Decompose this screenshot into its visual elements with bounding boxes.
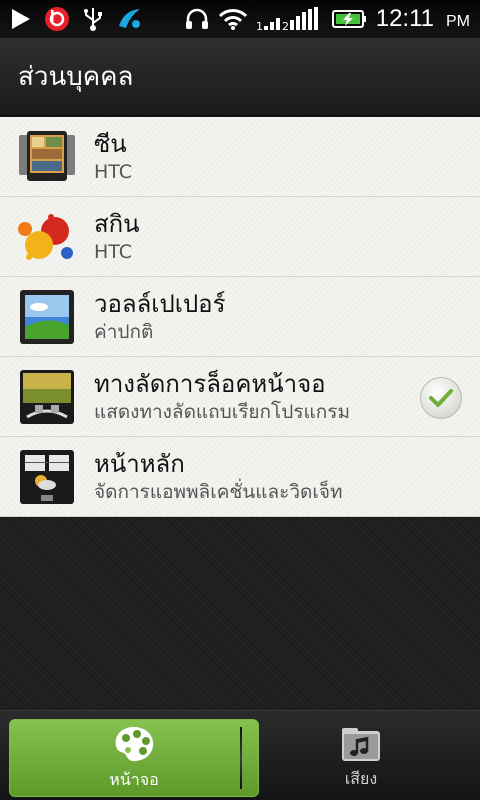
list-item-subtitle: แสดงทางลัดแถบเรียกโปรแกรม xyxy=(94,400,351,423)
palette-icon xyxy=(112,724,156,764)
play-icon xyxy=(10,7,32,31)
list-item-scene[interactable]: ซีน HTC xyxy=(0,117,480,197)
list-item-title: หน้าหลัก xyxy=(94,449,185,478)
tab-label: หน้าจอ xyxy=(109,769,159,789)
checkmark-icon[interactable] xyxy=(420,377,462,419)
list-item-title: ทางลัดการล็อคหน้าจอ xyxy=(94,369,326,398)
beats-icon xyxy=(44,6,70,32)
battery-charging-icon xyxy=(331,9,368,29)
page-title: ส่วนบุคคล xyxy=(18,62,134,92)
tab-display[interactable]: หน้าจอ xyxy=(9,719,259,797)
scene-icon xyxy=(17,127,77,187)
lockscreen-icon xyxy=(17,367,77,427)
list-item-title: ซีน xyxy=(94,129,127,158)
list-item-subtitle: HTC xyxy=(94,240,133,263)
wifi-icon xyxy=(218,7,248,31)
tab-sound[interactable]: เสียง xyxy=(242,719,480,797)
headphones-icon xyxy=(184,7,210,31)
home-widget-icon xyxy=(17,447,77,507)
signal-icon: 12 xyxy=(256,6,324,32)
list-item-lockscreen[interactable]: ทางลัดการล็อคหน้าจอ แสดงทางลัดแถบเรียกโป… xyxy=(0,357,480,437)
skin-icon xyxy=(17,207,77,267)
list-item-subtitle: จัดการแอพพลิเคชั่นและวิดเจ็ท xyxy=(94,480,343,503)
empty-background xyxy=(0,518,480,710)
list-item-home[interactable]: หน้าหลัก จัดการแอพพลิเคชั่นและวิดเจ็ท xyxy=(0,437,480,517)
clock-ampm: PM xyxy=(446,13,470,30)
telenor-icon xyxy=(116,6,144,32)
usb-icon xyxy=(82,6,104,32)
svg-text:2: 2 xyxy=(282,20,289,32)
list-item-subtitle: HTC xyxy=(94,160,133,183)
status-bar: 12 12:11 PM xyxy=(0,0,480,38)
svg-text:1: 1 xyxy=(256,20,263,32)
list-item-title: สกิน xyxy=(94,209,140,238)
list-item-wallpaper[interactable]: วอลล์เปเปอร์ ค่าปกติ xyxy=(0,277,480,357)
wallpaper-icon xyxy=(17,287,77,347)
list-item-skin[interactable]: สกิน HTC xyxy=(0,197,480,277)
title-bar: ส่วนบุคคล xyxy=(0,38,480,116)
list-item-subtitle: ค่าปกติ xyxy=(94,320,154,343)
clock-time: 12:11 xyxy=(375,5,434,32)
settings-list: ซีน HTC สกิน HTC วอลล์เปเปอร์ ค่าปกติ ทา… xyxy=(0,117,480,517)
list-item-title: วอลล์เปเปอร์ xyxy=(94,289,226,318)
bottom-tab-bar: หน้าจอ เสียง xyxy=(0,710,480,800)
music-folder-icon xyxy=(338,725,384,763)
tab-label: เสียง xyxy=(344,768,378,788)
